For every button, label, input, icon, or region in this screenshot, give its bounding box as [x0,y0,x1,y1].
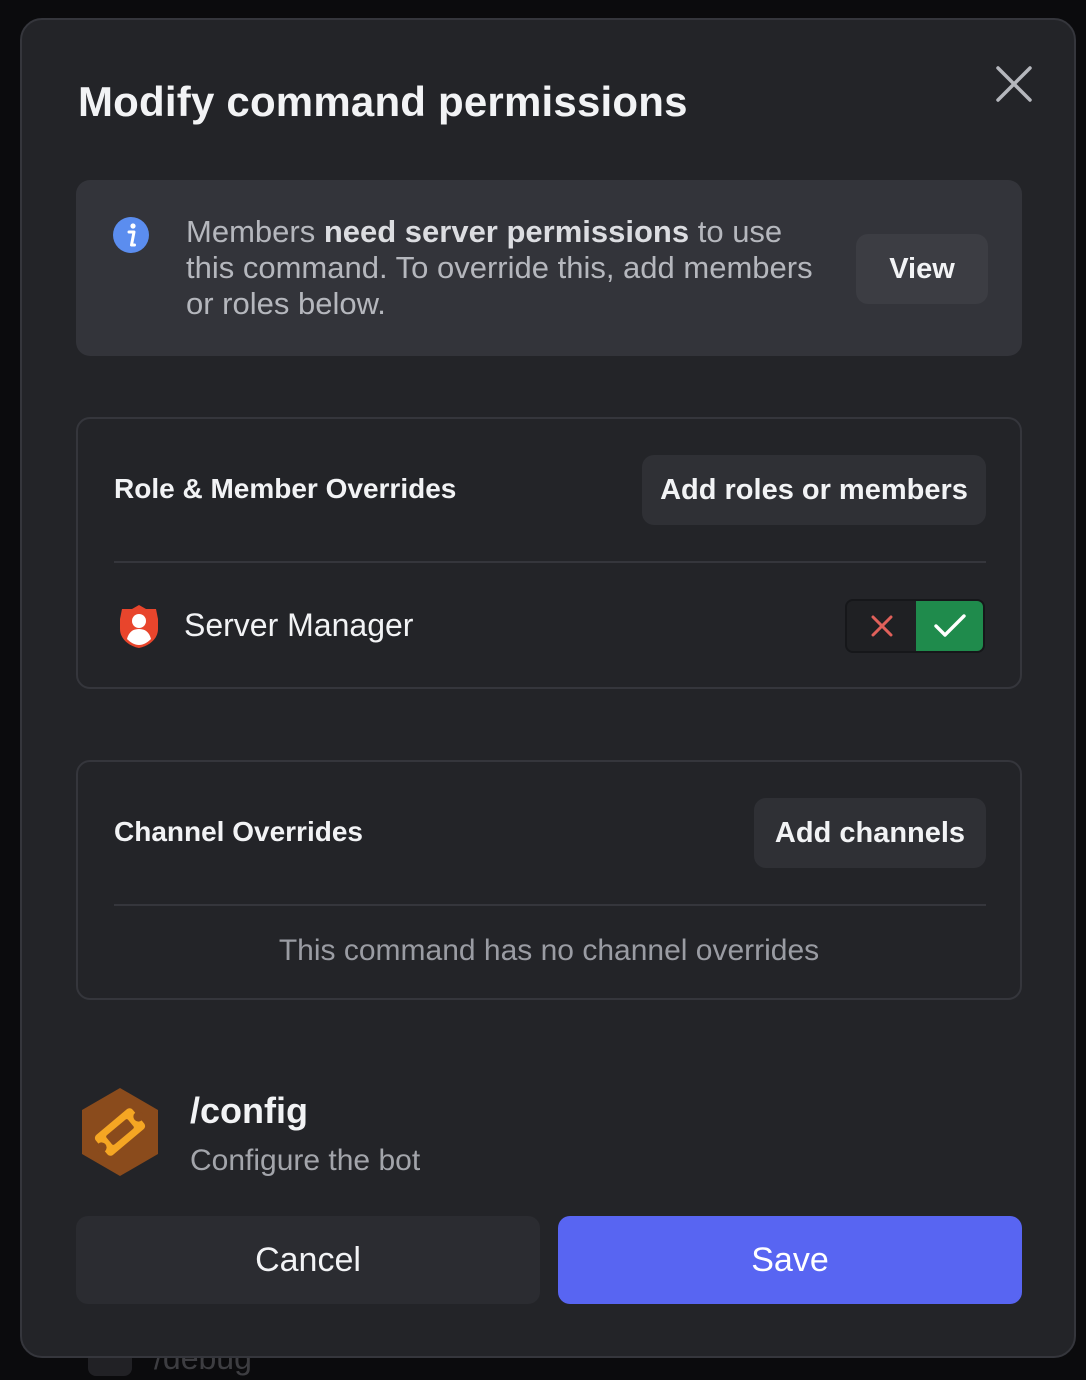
close-icon [996,66,1032,102]
info-icon [113,217,149,253]
close-button[interactable] [992,62,1036,106]
command-name: /config [190,1090,308,1131]
checkmark-icon [933,614,966,637]
section-divider [114,904,986,906]
allow-toggle-button[interactable] [916,601,983,651]
info-banner: Members need server permissions to use t… [76,180,1022,356]
view-permissions-button[interactable]: View [856,234,988,304]
info-text-prefix: Members [186,214,324,249]
channel-overrides-section: Channel Overrides Add channels This comm… [76,760,1022,1000]
modal-title: Modify command permissions [78,78,688,125]
info-text-bold: need server permissions [323,214,690,249]
deny-toggle-button[interactable] [847,601,916,651]
permission-toggle [845,599,985,653]
info-text: Members need server permissions to use t… [186,214,836,322]
cancel-button[interactable]: Cancel [76,1216,540,1304]
permissions-modal: Modify command permissions Members need … [20,18,1076,1358]
no-channel-overrides-text: This command has no channel overrides [278,934,820,967]
role-member-overrides-title: Role & Member Overrides [114,473,457,504]
x-icon [871,615,892,637]
add-channels-button[interactable]: Add channels [754,798,986,868]
command-info: /config Configure the bot [78,1086,678,1182]
role-override-row: Server Manager [114,599,986,655]
command-description: Configure the bot [190,1144,421,1177]
role-shield-icon [120,605,158,648]
channel-overrides-title: Channel Overrides [114,816,363,847]
save-button[interactable]: Save [558,1216,1022,1304]
role-member-overrides-section: Role & Member Overrides Add roles or mem… [76,417,1022,689]
add-roles-or-members-button[interactable]: Add roles or members [642,455,986,525]
section-divider [114,561,986,563]
role-name: Server Manager [184,607,414,643]
ticket-hexagon-icon [82,1088,158,1176]
